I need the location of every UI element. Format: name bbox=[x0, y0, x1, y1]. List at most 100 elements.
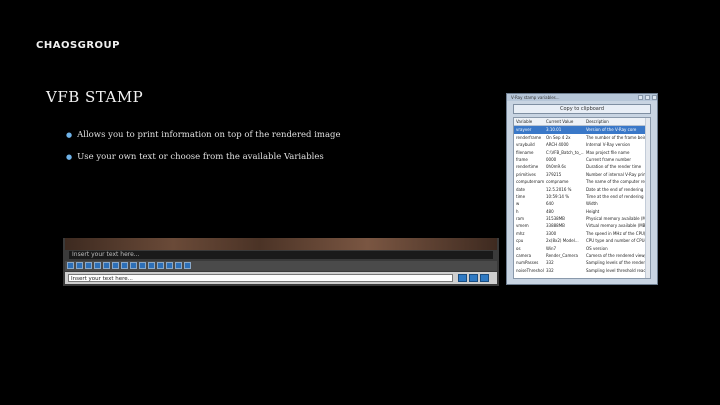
minimize-icon[interactable] bbox=[638, 95, 643, 100]
maximize-icon[interactable] bbox=[645, 95, 650, 100]
toolbar-icon[interactable] bbox=[85, 262, 92, 269]
toolbar-icon[interactable] bbox=[175, 262, 182, 269]
table-row[interactable]: computername compname The name of the comp… bbox=[514, 178, 650, 185]
table-cell: Virtual memory available (MB) bbox=[586, 223, 647, 229]
copy-to-clipboard-button[interactable]: Copy to clipboard bbox=[513, 104, 651, 114]
table-cell: camera bbox=[516, 253, 532, 259]
column-header[interactable]: Description bbox=[584, 118, 650, 125]
table-cell: Height bbox=[586, 208, 600, 214]
table-cell: renderframe bbox=[516, 134, 542, 140]
table-row[interactable]: mhz 3300 The speed in MHz of the CPU(s) bbox=[514, 230, 650, 237]
table-row[interactable]: vraybuild ARCH 4000 Internal V-Ray version bbox=[514, 141, 650, 148]
stamp-font-button[interactable] bbox=[469, 274, 478, 282]
toolbar-icon[interactable] bbox=[166, 262, 173, 269]
table-row[interactable]: camera Render_Camera Camera of the rendere… bbox=[514, 252, 650, 259]
stamp-variables-dialog: V-Ray stamp variables... Copy to clipboa… bbox=[506, 93, 658, 285]
bullet-dot-icon: ● bbox=[66, 153, 73, 161]
table-cell: filename bbox=[516, 149, 534, 155]
table-row[interactable]: os Win7 OS version bbox=[514, 245, 650, 252]
vfb-toolbar bbox=[65, 261, 497, 271]
toolbar-icon[interactable] bbox=[67, 262, 74, 269]
table-cell: 640 bbox=[546, 201, 554, 207]
table-cell: 480 bbox=[546, 208, 554, 214]
table-row[interactable]: noiseThreshold 332 Sampling level threshol… bbox=[514, 267, 650, 274]
table-cell: os bbox=[516, 245, 521, 251]
table-row[interactable]: w 640 Width bbox=[514, 200, 650, 207]
table-cell: The speed in MHz of the CPU(s) bbox=[586, 230, 650, 236]
table-cell: C:\VFB_Batch_to_... bbox=[546, 149, 584, 155]
table-cell: Version of the V-Ray core bbox=[586, 127, 637, 133]
stamp-variables-button[interactable] bbox=[458, 274, 467, 282]
toolbar-icon[interactable] bbox=[148, 262, 155, 269]
toolbar-icon[interactable] bbox=[76, 262, 83, 269]
table-row[interactable]: frame 0000 Current frame number bbox=[514, 156, 650, 163]
slide-title: VFB STAMP bbox=[46, 88, 144, 106]
column-header[interactable]: Variable bbox=[514, 118, 544, 125]
table-cell: Win7 bbox=[546, 245, 557, 251]
table-cell: Time at the end of rendering bbox=[586, 193, 644, 199]
table-cell: Duration of the render time bbox=[586, 164, 642, 170]
table-row[interactable]: h 480 Height bbox=[514, 208, 650, 215]
table-cell: numPasses bbox=[516, 260, 539, 266]
table-cell: vraybuild bbox=[516, 142, 535, 148]
table-cell: w bbox=[516, 201, 520, 207]
column-header[interactable]: Current Value bbox=[544, 118, 584, 125]
table-row[interactable]: primitives 379215 Number of internal V-Ray… bbox=[514, 171, 650, 178]
table-cell: ARCH 4000 bbox=[546, 142, 569, 148]
table-row[interactable]: ram 31538MB Physical memory available (MB) bbox=[514, 215, 650, 222]
table-cell: cpu bbox=[516, 238, 524, 244]
toolbar-icon[interactable] bbox=[184, 262, 191, 269]
table-row[interactable]: renderframe On Sep 4 2x The number of the … bbox=[514, 134, 650, 141]
vfb-window: Insert your text here... Insert your tex… bbox=[63, 238, 499, 286]
table-cell: 2x(8x2) Model... bbox=[546, 238, 579, 244]
table-cell: Sampling level threshold reached bbox=[586, 267, 650, 273]
toolbar-icon[interactable] bbox=[157, 262, 164, 269]
table-cell: OS version bbox=[586, 245, 608, 251]
toolbar-icon[interactable] bbox=[103, 262, 110, 269]
table-cell: noiseThreshold bbox=[516, 267, 544, 273]
company-logo: CHAOSGROUP bbox=[36, 40, 121, 51]
toolbar-icon[interactable] bbox=[139, 262, 146, 269]
rendered-image bbox=[65, 238, 497, 250]
table-cell: primitives bbox=[516, 171, 536, 177]
close-icon[interactable] bbox=[652, 95, 657, 100]
table-cell: 10:59:14 % bbox=[546, 193, 570, 199]
table-row[interactable]: vrayver 3.10.01 Version of the V-Ray core bbox=[514, 126, 650, 134]
table-row[interactable]: filename C:\VFB_Batch_to_... Max project f… bbox=[514, 149, 650, 156]
table-cell: The name of the computer rendering bbox=[586, 179, 650, 185]
table-scrollbar[interactable] bbox=[645, 118, 650, 278]
table-cell: date bbox=[516, 186, 526, 192]
toolbar-icon[interactable] bbox=[112, 262, 119, 269]
table-row[interactable]: cpu 2x(8x2) Model... CPU type and number o… bbox=[514, 237, 650, 244]
table-cell: 33888MB bbox=[546, 223, 565, 229]
stamp-align-button[interactable] bbox=[480, 274, 489, 282]
table-cell: Number of internal V-Ray primitives bbox=[586, 171, 650, 177]
dialog-titlebar: V-Ray stamp variables... bbox=[507, 94, 657, 101]
table-cell: Current frame number bbox=[586, 156, 632, 162]
table-cell: 379215 bbox=[546, 171, 562, 177]
table-cell: Width bbox=[586, 201, 598, 207]
bullet-item: ● Use your own text or choose from the av… bbox=[66, 150, 341, 172]
table-cell: The number of the frame being rendered bbox=[586, 134, 650, 140]
bullet-text: Allows you to print information on top o… bbox=[77, 130, 341, 140]
variables-table: Variable Current Value Description vrayv… bbox=[513, 117, 651, 279]
table-row[interactable]: numPasses 332 Sampling levels of the rende… bbox=[514, 259, 650, 266]
table-cell: computername bbox=[516, 179, 544, 185]
toolbar-icon[interactable] bbox=[94, 262, 101, 269]
table-cell: CPU type and number of CPUs bbox=[586, 238, 647, 244]
toolbar-icon[interactable] bbox=[130, 262, 137, 269]
table-row[interactable]: vmem 33888MB Virtual memory available (MB) bbox=[514, 222, 650, 229]
table-cell: vmem bbox=[516, 223, 529, 229]
table-row[interactable]: time 10:59:14 % Time at the end of renderi… bbox=[514, 193, 650, 200]
table-cell: Internal V-Ray version bbox=[586, 142, 631, 148]
table-cell: On Sep 4 2x bbox=[546, 134, 571, 140]
toolbar-icon[interactable] bbox=[121, 262, 128, 269]
stamp-text-input[interactable]: Insert your text here... bbox=[68, 274, 453, 282]
table-cell: Sampling levels of the render bbox=[586, 260, 646, 266]
table-cell: 332 bbox=[546, 260, 554, 266]
table-row[interactable]: date 12.5.2016 % Date at the end of render… bbox=[514, 186, 650, 193]
bullet-text: Use your own text or choose from the ava… bbox=[77, 152, 324, 162]
table-cell: compname bbox=[546, 179, 569, 185]
table-row[interactable]: rendertime 0h0m9.6s Duration of the render… bbox=[514, 163, 650, 170]
table-header: Variable Current Value Description bbox=[514, 118, 650, 127]
